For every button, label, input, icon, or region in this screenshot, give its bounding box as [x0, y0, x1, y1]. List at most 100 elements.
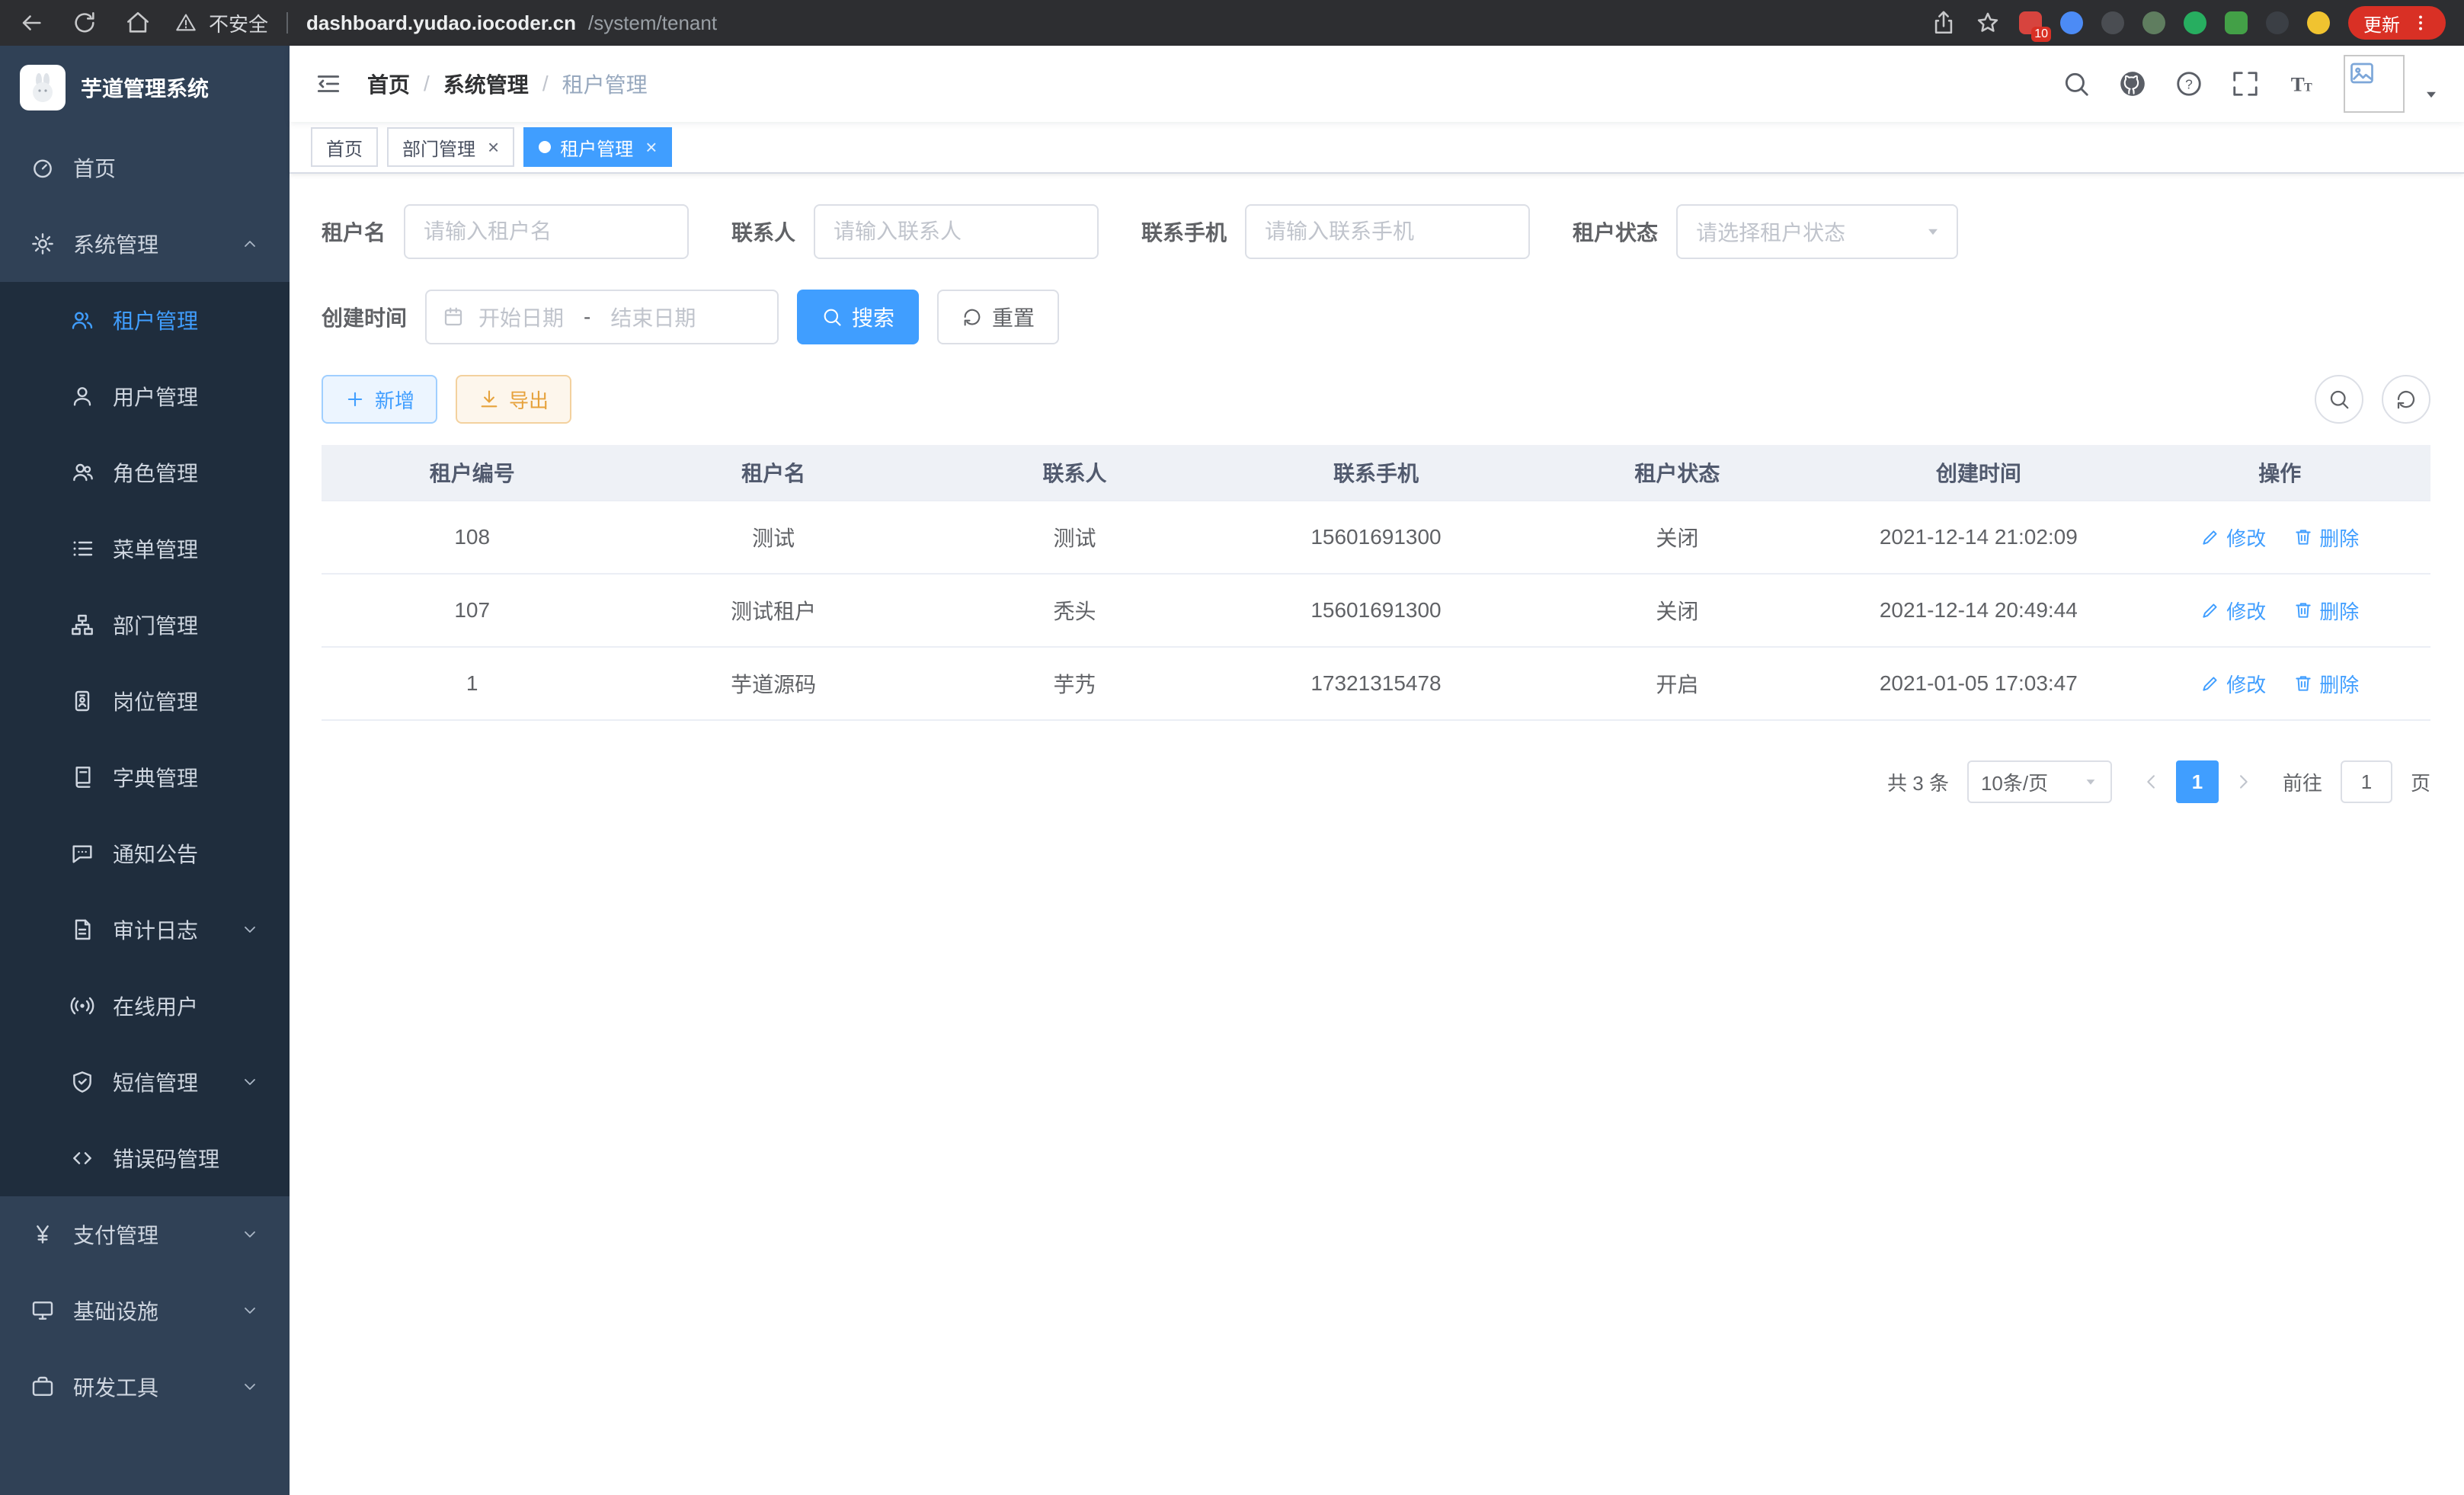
sidebar-item-label: 用户管理: [113, 381, 259, 411]
fullscreen-button[interactable]: [2231, 69, 2260, 98]
tab-label: 租户管理: [560, 134, 633, 161]
tags-bar: 首页 部门管理 × 租户管理 ×: [290, 122, 2464, 174]
extension-icon[interactable]: [2266, 11, 2289, 34]
sidebar-item-pay[interactable]: 支付管理: [0, 1196, 290, 1273]
extension-icon[interactable]: [2184, 11, 2206, 34]
add-button[interactable]: 新增: [322, 375, 437, 424]
extension-icon[interactable]: [2225, 11, 2248, 34]
home-icon: [125, 10, 151, 36]
sms-icon: [70, 1070, 94, 1094]
sidebar-item-sms[interactable]: 短信管理: [0, 1044, 290, 1120]
question-icon: ?: [2174, 69, 2203, 98]
page-size-select[interactable]: 10条/页: [1967, 760, 2112, 803]
back-button[interactable]: [18, 10, 44, 36]
next-page-button[interactable]: [2222, 760, 2264, 803]
main-area: 首页 / 系统管理 / 租户管理 ? TT 首页: [290, 46, 2464, 1495]
header-search-button[interactable]: [2062, 69, 2091, 98]
github-button[interactable]: [2118, 69, 2147, 98]
extension-icon[interactable]: 10: [2019, 11, 2042, 34]
font-size-button[interactable]: TT: [2287, 69, 2316, 98]
extension-icon[interactable]: [2060, 11, 2083, 34]
edit-link[interactable]: 修改: [2200, 523, 2266, 552]
breadcrumb-home[interactable]: 首页: [367, 69, 410, 99]
delete-link[interactable]: 删除: [2293, 670, 2359, 698]
extension-icon[interactable]: [2307, 11, 2330, 34]
sidebar-item-role[interactable]: 角色管理: [0, 434, 290, 511]
sidebar-item-errorcode[interactable]: 错误码管理: [0, 1120, 290, 1196]
app-logo[interactable]: 芋道管理系统: [0, 46, 290, 130]
delete-link[interactable]: 删除: [2293, 597, 2359, 625]
refresh-table-button[interactable]: [2382, 375, 2430, 424]
status-select[interactable]: 请选择租户状态: [1676, 204, 1958, 259]
tab-home[interactable]: 首页: [311, 127, 378, 167]
bookmark-button[interactable]: [1975, 10, 2001, 36]
sidebar-item-dept[interactable]: 部门管理: [0, 587, 290, 663]
sidebar-item-infra[interactable]: 基础设施: [0, 1273, 290, 1349]
avatar[interactable]: [2344, 55, 2405, 113]
cell-created: 2021-12-14 20:49:44: [1828, 575, 2129, 646]
home-button[interactable]: [125, 10, 151, 36]
table-header-row: 租户编号租户名联系人联系手机租户状态创建时间操作: [322, 445, 2430, 501]
contact-input[interactable]: [814, 204, 1099, 259]
breadcrumb-separator: /: [542, 72, 549, 96]
sidebar-item-system[interactable]: 系统管理: [0, 206, 290, 282]
end-date-placeholder: 结束日期: [610, 302, 696, 332]
user-menu-caret[interactable]: [2423, 86, 2440, 103]
sidebar-item-label: 字典管理: [113, 762, 259, 792]
trash-icon: [2293, 527, 2313, 547]
sidebar-item-label: 在线用户: [113, 991, 259, 1021]
chevron-left-icon: [2141, 771, 2162, 792]
sidebar-item-tenant[interactable]: 租户管理: [0, 282, 290, 358]
close-icon[interactable]: ×: [488, 137, 499, 157]
prev-page-button[interactable]: [2130, 760, 2173, 803]
tab-tenant[interactable]: 租户管理 ×: [523, 127, 672, 167]
export-button[interactable]: 导出: [456, 375, 571, 424]
extension-icon[interactable]: [2101, 11, 2124, 34]
docs-help-button[interactable]: ?: [2174, 69, 2203, 98]
share-button[interactable]: [1931, 10, 1957, 36]
sidebar-item-dict[interactable]: 字典管理: [0, 739, 290, 815]
extension-icon[interactable]: [2142, 11, 2165, 34]
sidebar-item-label: 基础设施: [73, 1295, 222, 1326]
sidebar-item-auditlog[interactable]: 审计日志: [0, 892, 290, 968]
caret-down-icon: [2423, 86, 2440, 103]
search-icon: [2328, 388, 2350, 411]
sidebar-toggle[interactable]: [314, 69, 343, 98]
toggle-search-button[interactable]: [2315, 375, 2363, 424]
sidebar-item-online[interactable]: 在线用户: [0, 968, 290, 1044]
edit-link[interactable]: 修改: [2200, 670, 2266, 698]
plus-icon: [344, 389, 366, 410]
page-number[interactable]: 1: [2176, 760, 2219, 803]
reload-button[interactable]: [72, 10, 98, 36]
notice-icon: [70, 841, 94, 866]
sidebar-item-home[interactable]: 首页: [0, 130, 290, 206]
browser-chrome: 不安全 dashboard.yudao.iocoder.cn/system/te…: [0, 0, 2464, 46]
sidebar-item-menu[interactable]: 菜单管理: [0, 511, 290, 587]
date-range-picker[interactable]: 开始日期 - 结束日期: [425, 290, 779, 344]
goto-page-input[interactable]: [2341, 760, 2392, 803]
close-icon[interactable]: ×: [645, 137, 657, 157]
delete-link[interactable]: 删除: [2293, 523, 2359, 552]
pagination: 共 3 条 10条/页 1 前往 页: [322, 760, 2430, 803]
edit-link[interactable]: 修改: [2200, 597, 2266, 625]
reset-button[interactable]: 重置: [937, 290, 1059, 344]
cell-status: 开启: [1527, 648, 1828, 719]
phone-input[interactable]: [1245, 204, 1530, 259]
chrome-update-button[interactable]: 更新: [2348, 6, 2446, 40]
sidebar-item-user[interactable]: 用户管理: [0, 358, 290, 434]
reload-icon: [72, 10, 98, 36]
app-window: 芋道管理系统 首页 系统管理 租户管理 用户管理 角色管理 菜单管理 部门管理: [0, 46, 2464, 1495]
tenant-name-input[interactable]: [404, 204, 689, 259]
github-icon: [2118, 69, 2147, 98]
tab-dept[interactable]: 部门管理 ×: [387, 127, 514, 167]
tab-label: 部门管理: [402, 134, 475, 161]
sidebar-item-notice[interactable]: 通知公告: [0, 815, 290, 892]
sidebar-item-post[interactable]: 岗位管理: [0, 663, 290, 739]
search-button[interactable]: 搜索: [797, 290, 919, 344]
sidebar-item-devtools[interactable]: 研发工具: [0, 1349, 290, 1425]
trash-icon: [2293, 674, 2313, 693]
breadcrumb-system[interactable]: 系统管理: [443, 69, 529, 99]
cell-operations: 修改 删除: [2130, 575, 2430, 646]
filter-label: 联系手机: [1141, 216, 1227, 247]
address-bar[interactable]: 不安全 dashboard.yudao.iocoder.cn/system/te…: [175, 9, 1931, 37]
